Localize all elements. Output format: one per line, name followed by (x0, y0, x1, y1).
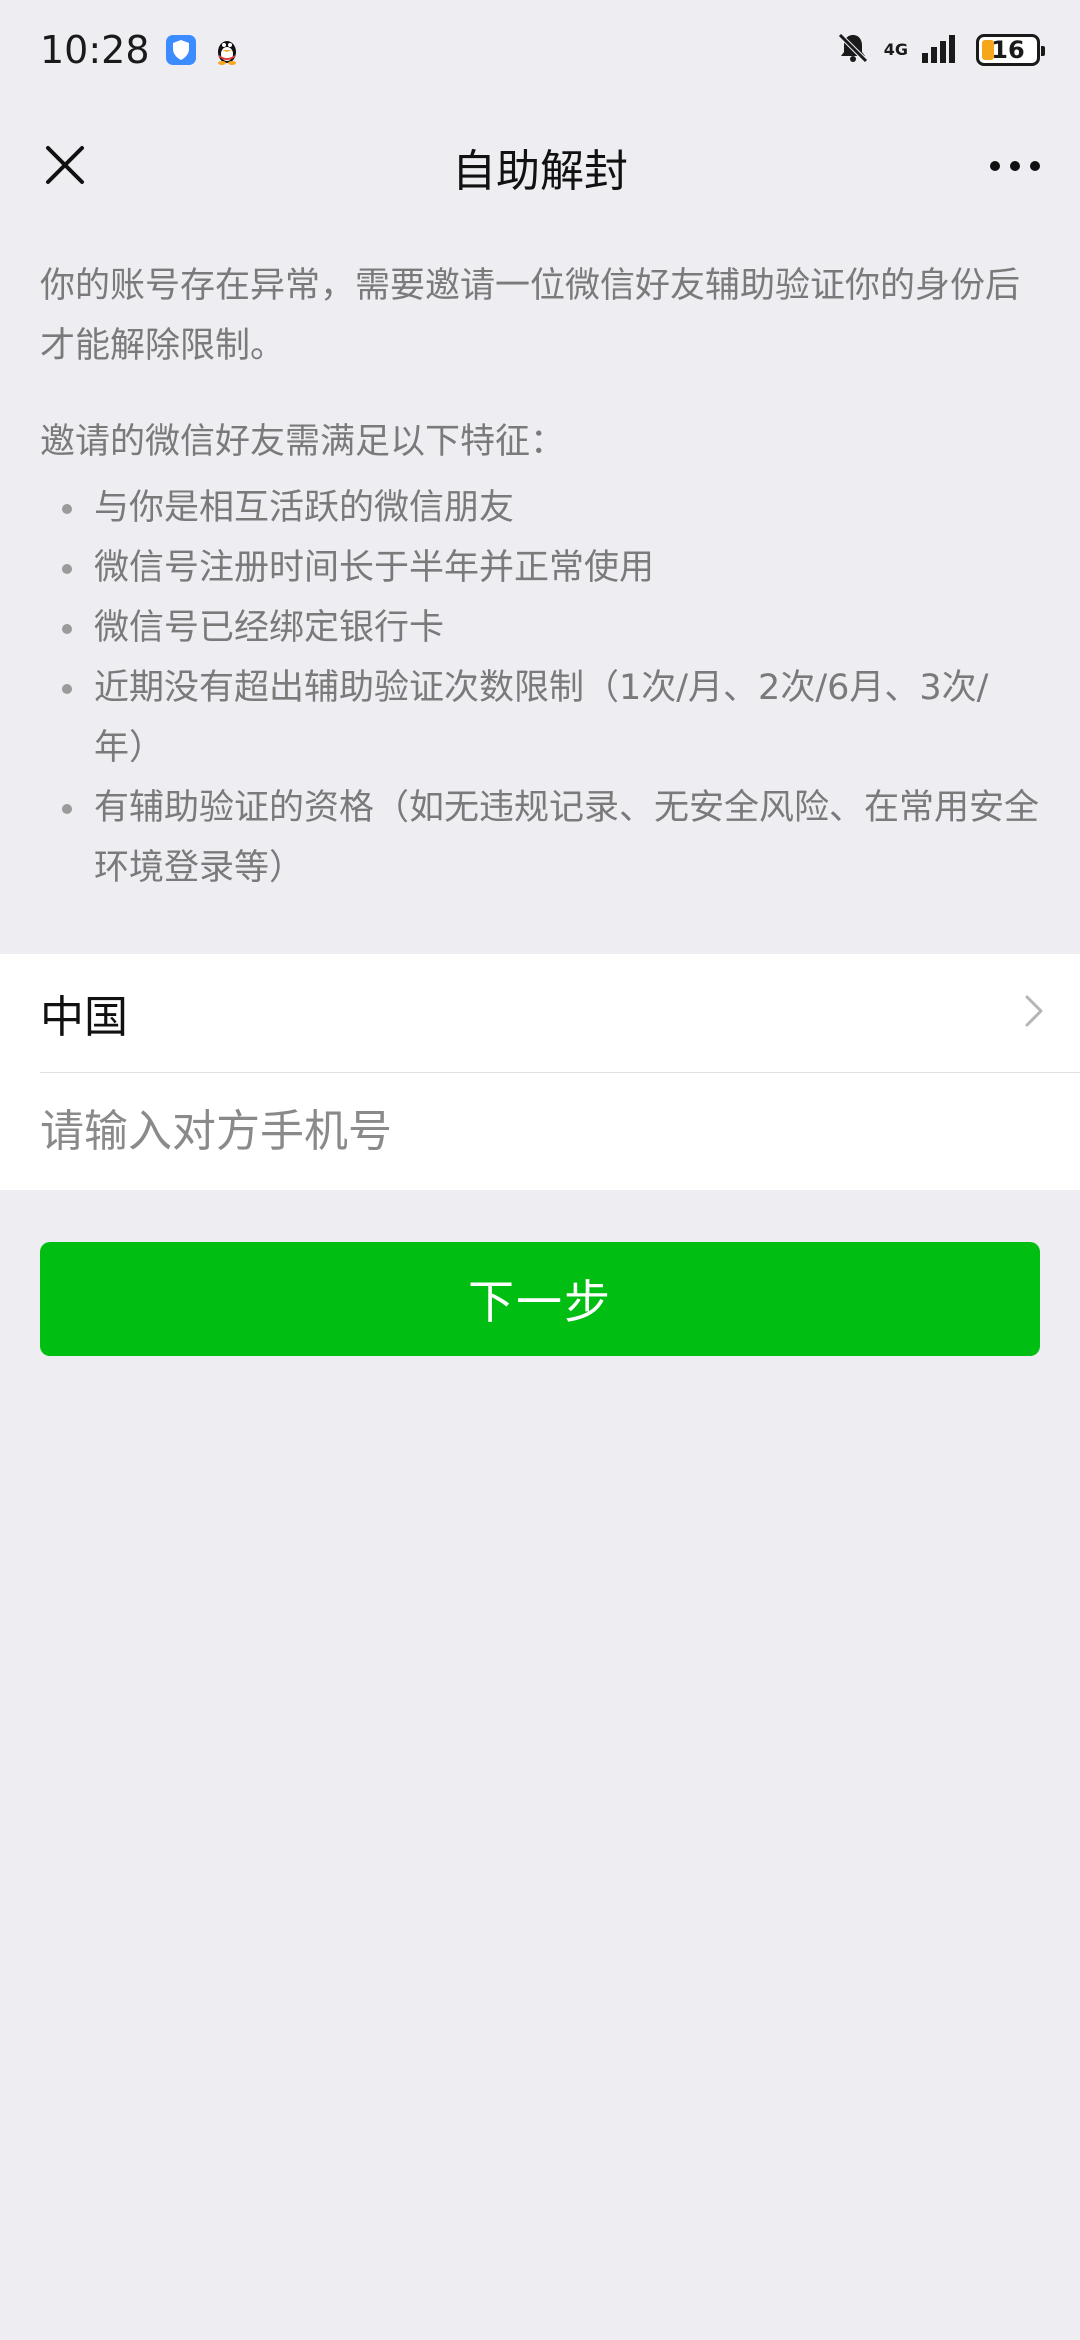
requirements-title: 邀请的微信好友需满足以下特征： (40, 422, 566, 462)
close-icon (44, 144, 86, 190)
close-button[interactable] (30, 132, 100, 202)
battery-level: 16 (991, 36, 1025, 64)
more-icon (988, 158, 1042, 177)
requirements-list: 与你是相互活跃的微信朋友 微信号注册时间长于半年并正常使用 微信号已经绑定银行卡… (40, 478, 1040, 898)
chevron-right-icon (1024, 994, 1044, 1032)
more-button[interactable] (980, 132, 1050, 202)
status-time: 10:28 (40, 28, 150, 72)
nav-bar: 自助解封 (0, 100, 1080, 234)
requirement-item: 微信号注册时间长于半年并正常使用 (40, 538, 1040, 598)
battery-icon: 16 (976, 34, 1045, 66)
country-label: 中国 (40, 992, 128, 1043)
info-section: 你的账号存在异常，需要邀请一位微信好友辅助验证你的身份后才能解除限制。 邀请的微… (0, 234, 1080, 934)
status-bar: 10:28 4G 16 (0, 0, 1080, 100)
qq-penguin-icon (212, 35, 242, 65)
network-type: 4G (883, 40, 908, 59)
next-button[interactable]: 下一步 (40, 1242, 1040, 1356)
signal-icon (922, 33, 962, 67)
shield-app-icon (165, 35, 196, 65)
phone-row (40, 1072, 1080, 1190)
requirement-item: 近期没有超出辅助验证次数限制（1次/月、2次/6月、3次/年） (40, 658, 1040, 778)
requirement-item: 微信号已经绑定银行卡 (40, 598, 1040, 658)
country-selector[interactable]: 中国 (40, 954, 1080, 1072)
requirement-item: 有辅助验证的资格（如无违规记录、无安全风险、在常用安全环境登录等） (40, 778, 1040, 898)
status-left: 10:28 (40, 28, 242, 72)
bell-muted-icon (836, 31, 870, 69)
requirement-item: 与你是相互活跃的微信朋友 (40, 478, 1040, 538)
description-text: 你的账号存在异常，需要邀请一位微信好友辅助验证你的身份后才能解除限制。 (40, 266, 1021, 366)
phone-input[interactable] (40, 1106, 1044, 1157)
phone-form: 中国 (0, 954, 1080, 1190)
page-title: 自助解封 (452, 146, 628, 197)
status-right: 4G 16 (836, 31, 1045, 69)
